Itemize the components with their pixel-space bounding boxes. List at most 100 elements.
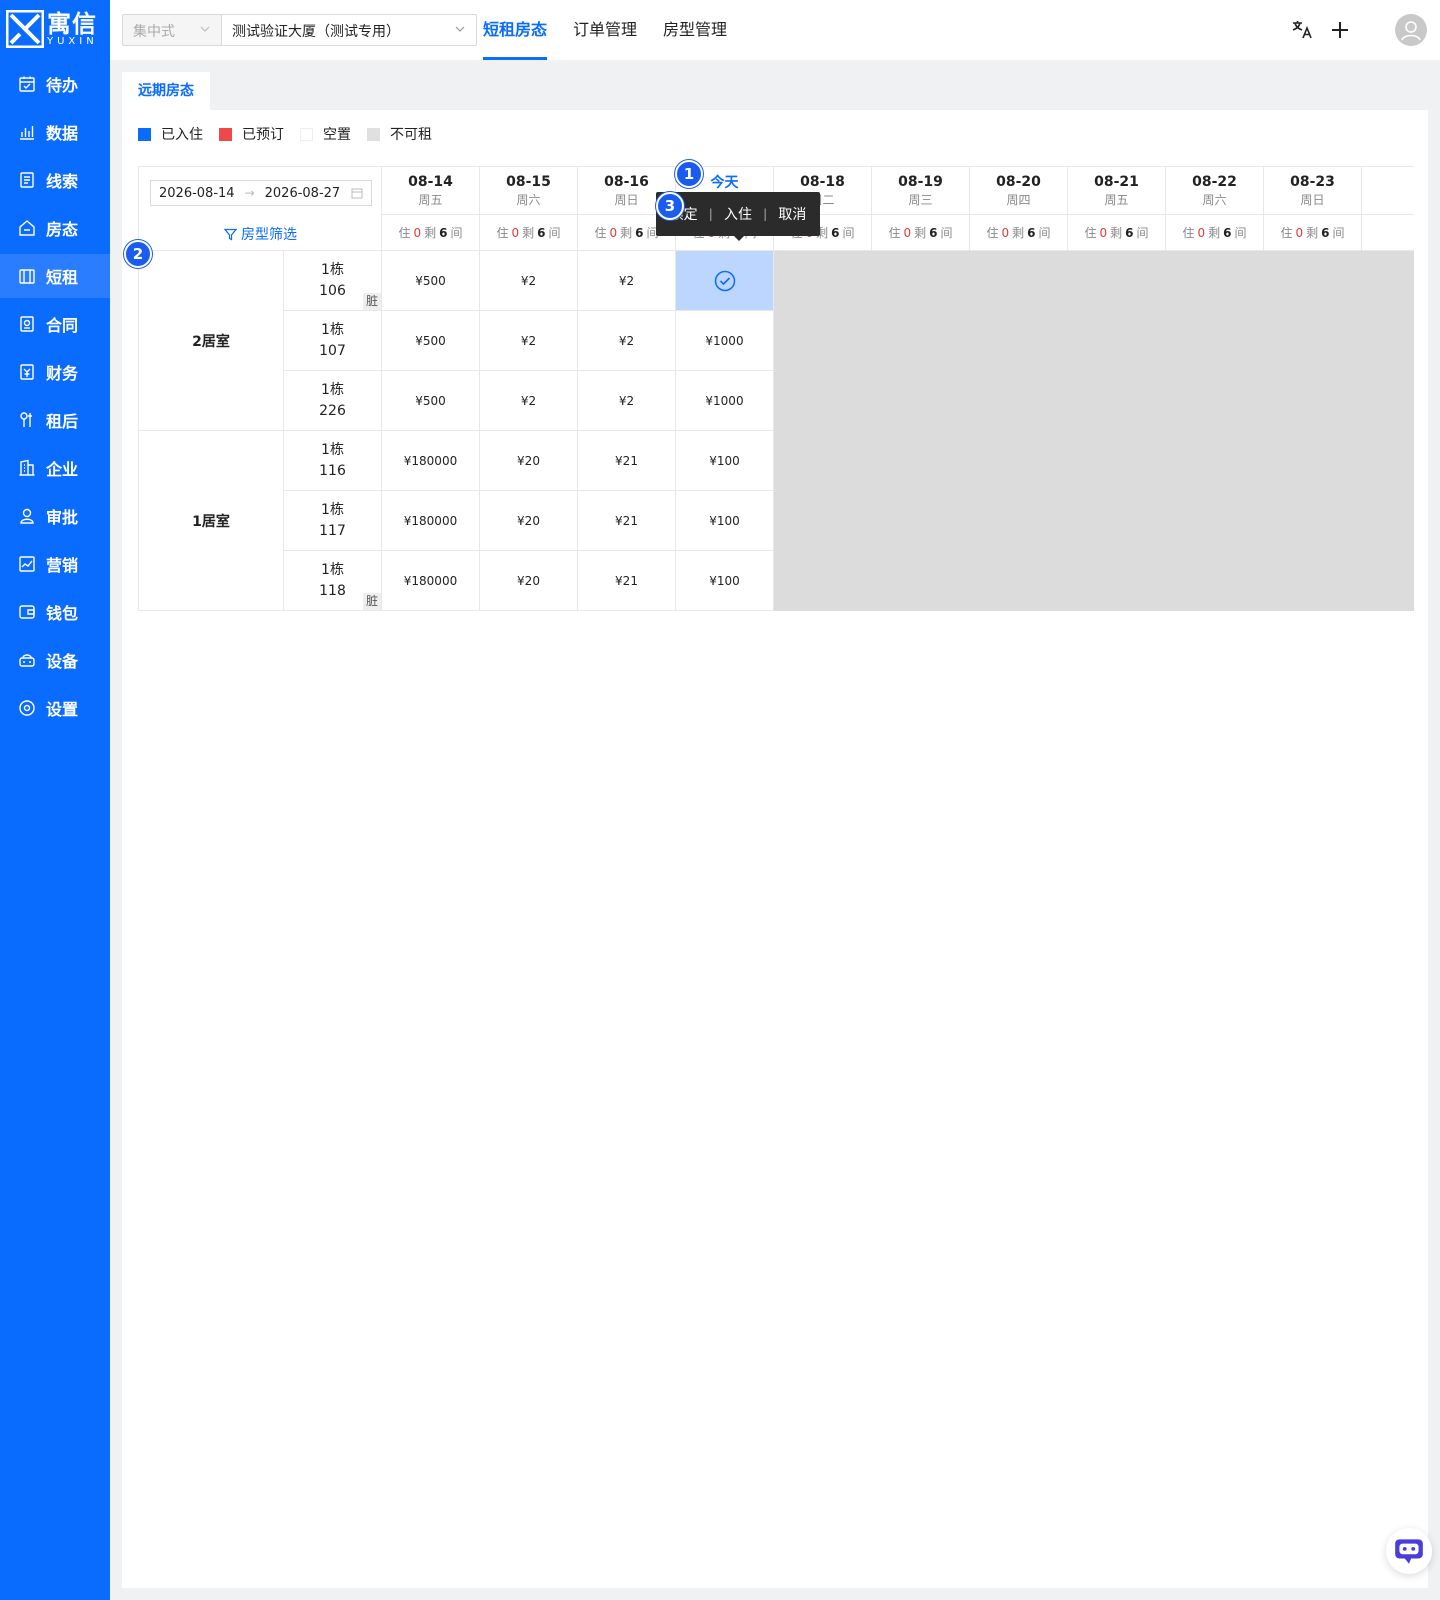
remaining-count: 6 xyxy=(1027,225,1036,240)
price-cell[interactable]: ¥180000 xyxy=(382,551,480,611)
room-number-cell[interactable]: 1栋 107 xyxy=(284,311,382,371)
date-label: 08-20 xyxy=(996,173,1041,190)
divider: | xyxy=(708,207,713,221)
settings-icon xyxy=(19,700,35,716)
finance-icon xyxy=(20,364,34,380)
room-number-cell[interactable]: 1栋 118 脏 xyxy=(284,551,382,611)
price-cell[interactable]: ¥2 xyxy=(578,251,676,311)
room-number-cell[interactable]: 1栋 106 脏 xyxy=(284,251,382,311)
remaining-count: 6 xyxy=(1125,225,1134,240)
house-icon xyxy=(19,220,35,236)
room-type-cell: 2居室 xyxy=(138,251,284,431)
room-building: 1栋 xyxy=(321,381,344,398)
occupancy-mid: 剩 xyxy=(522,226,535,240)
weekday-label: 周五 xyxy=(1104,192,1129,207)
price-cell[interactable]: ¥20 xyxy=(480,431,578,491)
tab-long-term-status[interactable]: 远期房态 xyxy=(122,72,210,110)
price-cell[interactable]: ¥2 xyxy=(480,311,578,371)
price-cell[interactable]: ¥2 xyxy=(578,311,676,371)
occupancy-suffix: 间 xyxy=(940,226,953,240)
price-cell[interactable]: ¥180000 xyxy=(382,491,480,551)
occupancy-prefix: 住 xyxy=(398,226,411,240)
sidebar-item[interactable]: 租后 xyxy=(0,398,110,442)
sidebar-item[interactable]: 待办 xyxy=(0,62,110,106)
occupancy-suffix: 间 xyxy=(1332,226,1345,240)
sidebar-item-label: 数据 xyxy=(46,124,79,143)
mode-select[interactable]: 集中式 xyxy=(122,14,222,46)
room-type-filter[interactable]: 房型筛选 xyxy=(224,224,297,244)
price-cell[interactable]: ¥21 xyxy=(578,491,676,551)
date-header xyxy=(1362,166,1414,215)
price-cell[interactable]: ¥500 xyxy=(382,371,480,431)
mode-select-value: 集中式 xyxy=(133,24,175,40)
price-cell[interactable]: ¥100 xyxy=(676,431,774,491)
sidebar-item[interactable]: 短租 xyxy=(0,254,110,298)
price-value: ¥20 xyxy=(517,453,540,468)
chat-bot-button[interactable] xyxy=(1386,1528,1432,1574)
price-cell[interactable]: ¥100 xyxy=(676,551,774,611)
room-number-cell[interactable]: 1栋 226 xyxy=(284,371,382,431)
room-number: 118 xyxy=(319,582,346,599)
room-number-cell[interactable]: 1栋 117 xyxy=(284,491,382,551)
tab-room-type-management[interactable]: 房型管理 xyxy=(663,0,727,60)
chevron-down-icon xyxy=(455,26,465,32)
price-value: ¥20 xyxy=(517,573,540,588)
price-cell[interactable]: ¥2 xyxy=(578,371,676,431)
date-range-start: 2026-08-14 xyxy=(159,185,235,201)
tab-order-management[interactable]: 订单管理 xyxy=(573,0,637,60)
price-cell[interactable]: ¥100 xyxy=(676,491,774,551)
sidebar-item[interactable]: 合同 xyxy=(0,302,110,346)
logo[interactable]: 寓信 YUXIN xyxy=(6,10,106,48)
sidebar-item-label: 钱包 xyxy=(46,604,79,623)
sidebar-item[interactable]: 线索 xyxy=(0,158,110,202)
date-range-end: 2026-08-27 xyxy=(264,185,341,201)
sidebar-item-label: 租后 xyxy=(46,412,79,431)
weekday-label: 周五 xyxy=(418,192,443,207)
user-approve-icon xyxy=(20,508,34,524)
sidebar-item-label: 短租 xyxy=(46,268,79,287)
sidebar-item[interactable]: 设置 xyxy=(0,686,110,730)
price-cell[interactable]: ¥20 xyxy=(480,491,578,551)
date-header: 08-22 周六 xyxy=(1166,166,1264,215)
price-cell[interactable]: ¥20 xyxy=(480,551,578,611)
date-range-picker[interactable]: 2026-08-14 → 2026-08-27 xyxy=(150,180,372,206)
plus-icon[interactable] xyxy=(1328,18,1352,42)
room-type-name: 2居室 xyxy=(192,333,230,350)
remaining-count: 6 xyxy=(1223,225,1232,240)
price-value: ¥500 xyxy=(415,393,446,408)
sidebar-item[interactable]: 数据 xyxy=(0,110,110,154)
legend-swatch xyxy=(367,127,380,141)
price-cell[interactable]: ¥21 xyxy=(578,551,676,611)
room-building: 1栋 xyxy=(321,441,344,458)
price-cell[interactable]: ¥1000 xyxy=(676,311,774,371)
selected-cell[interactable] xyxy=(676,251,774,311)
occupied-count: 0 xyxy=(1099,225,1108,240)
sidebar-item[interactable]: 钱包 xyxy=(0,590,110,634)
price-cell[interactable]: ¥500 xyxy=(382,311,480,371)
tab-short-rent-status[interactable]: 短租房态 xyxy=(483,0,548,60)
sidebar-item[interactable]: 财务 xyxy=(0,350,110,394)
price-cell[interactable]: ¥2 xyxy=(480,371,578,431)
price-cell[interactable]: ¥2 xyxy=(480,251,578,311)
check-in-action[interactable]: 入住 xyxy=(724,204,752,224)
remaining-count: 6 xyxy=(439,225,448,240)
main-panel: 已入住 已预订 空置 不可租 2026-08-14 → 2026-08-27 房… xyxy=(122,110,1432,1588)
cancel-action[interactable]: 取消 xyxy=(778,204,806,224)
chevron-down-icon xyxy=(200,26,210,32)
chart-line-icon xyxy=(19,556,35,572)
price-cell[interactable]: ¥21 xyxy=(578,431,676,491)
user-avatar-icon[interactable] xyxy=(1395,14,1427,46)
sidebar-item[interactable]: 设备 xyxy=(0,638,110,682)
price-cell[interactable]: ¥1000 xyxy=(676,371,774,431)
sidebar-item[interactable]: 审批 xyxy=(0,494,110,538)
translate-icon[interactable] xyxy=(1290,18,1314,42)
price-value: ¥2 xyxy=(520,333,537,348)
price-value: ¥1000 xyxy=(705,393,744,408)
price-cell[interactable]: ¥180000 xyxy=(382,431,480,491)
sidebar-item[interactable]: 营销 xyxy=(0,542,110,586)
building-select[interactable]: 测试验证大厦（测试专用） xyxy=(221,14,477,46)
price-cell[interactable]: ¥500 xyxy=(382,251,480,311)
sidebar-item[interactable]: 房态 xyxy=(0,206,110,250)
room-number-cell[interactable]: 1栋 116 xyxy=(284,431,382,491)
sidebar-item[interactable]: 企业 xyxy=(0,446,110,490)
